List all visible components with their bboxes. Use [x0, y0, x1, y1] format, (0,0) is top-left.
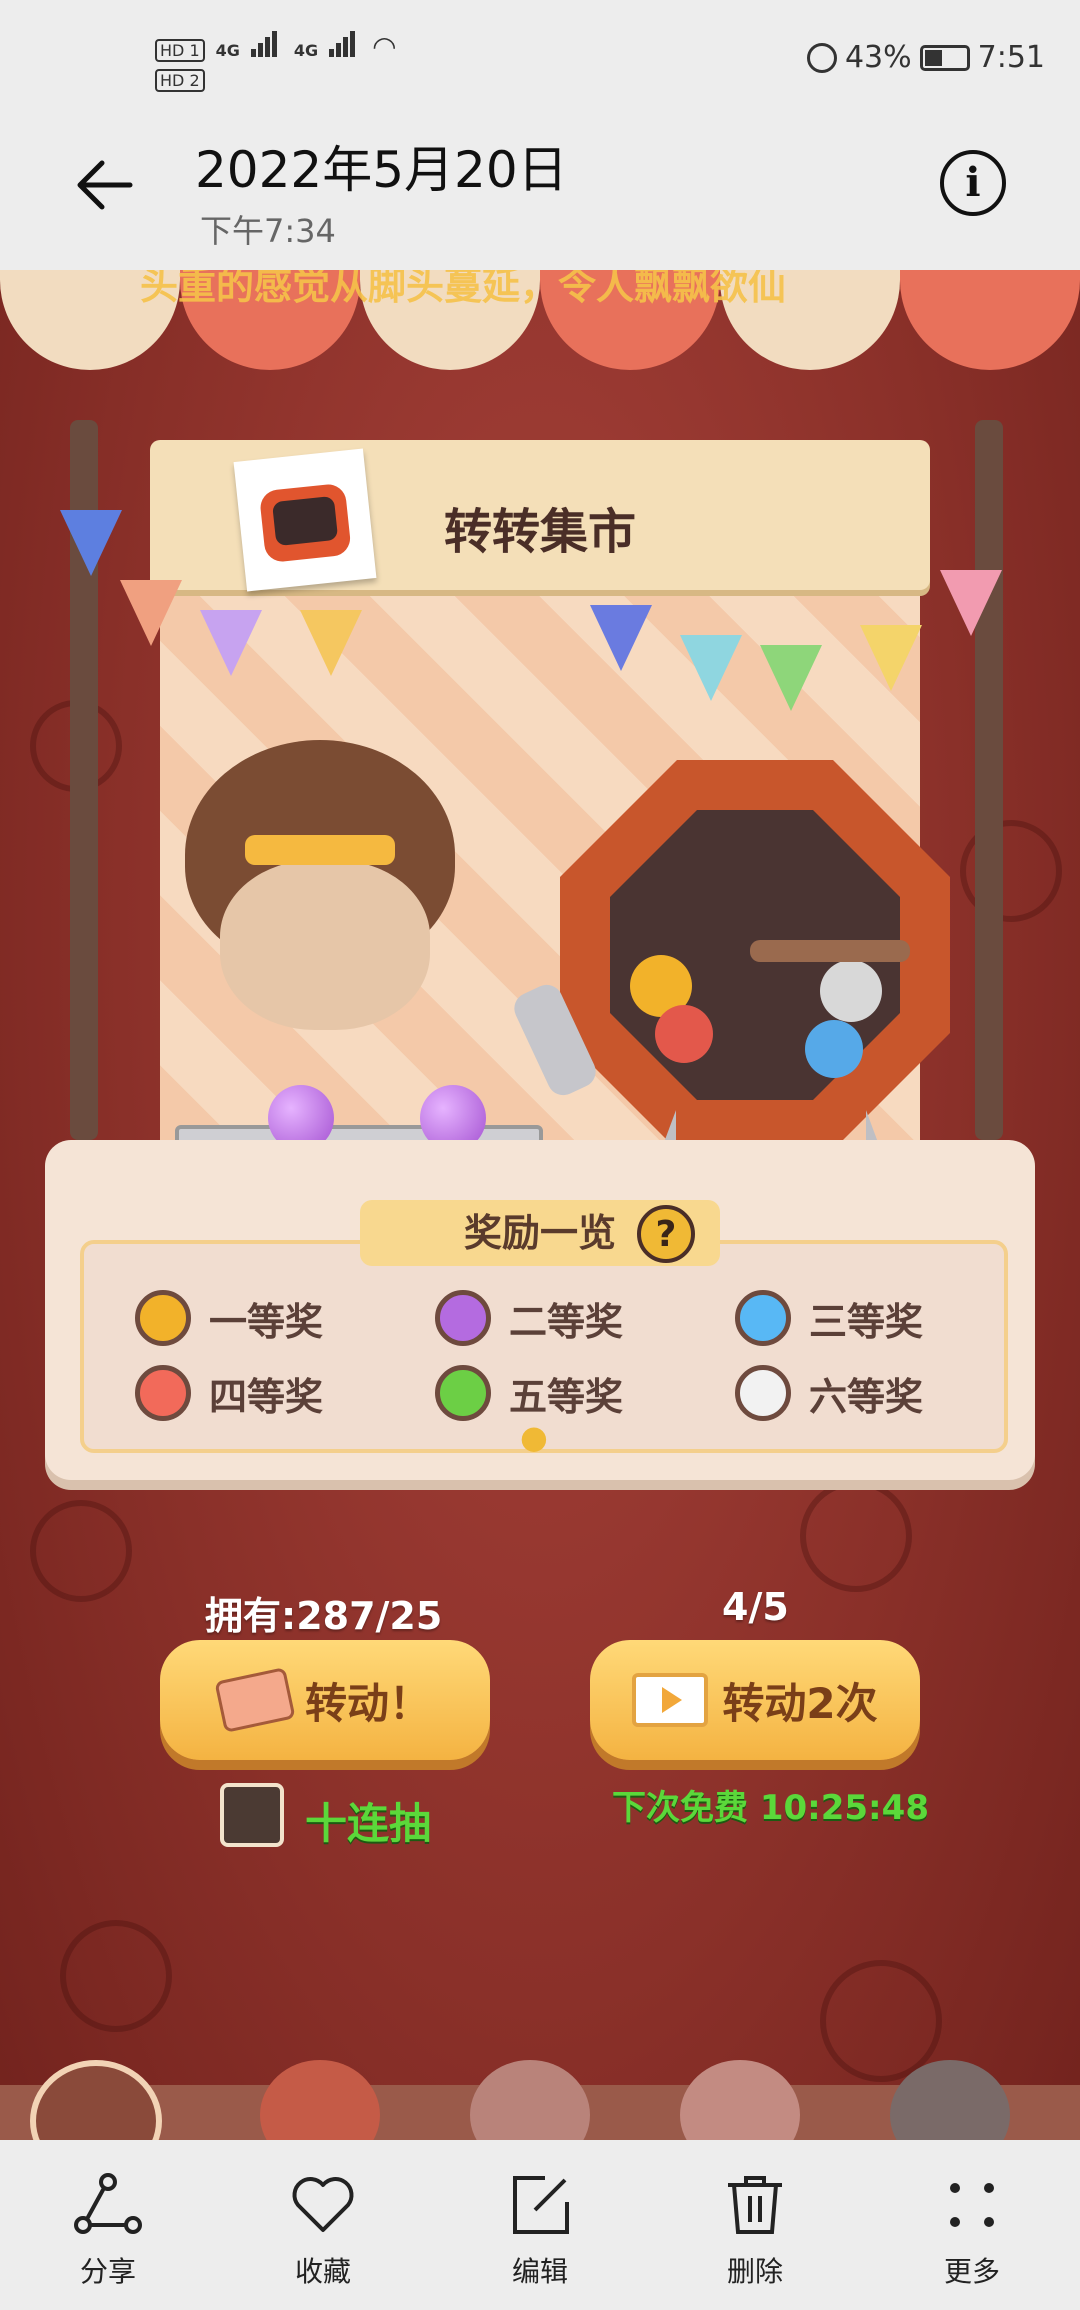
prize-ball-icon — [435, 1290, 491, 1346]
ten-draw-label: 十连抽 — [305, 1799, 432, 1848]
background-doodle — [820, 1960, 942, 2082]
arrow-left-icon[interactable] — [70, 150, 140, 220]
battery-icon — [919, 44, 970, 71]
spin-button-label: 转动！ — [304, 1678, 431, 1728]
sim1-badge: HD 1 — [155, 39, 205, 62]
prize-item: 五等奖 — [435, 1365, 623, 1421]
prize-ball-icon — [135, 1365, 191, 1421]
prize-label: 六等奖 — [809, 1374, 924, 1419]
prize-label: 一等奖 — [209, 1299, 324, 1344]
game-screenshot: 头重的感觉从脚头蔓延，令人飘飘欲仙 转转集市 奖励一览 ? 一等奖 二等奖 三等… — [0, 0, 1080, 2310]
battery-percent: 43% — [844, 40, 912, 75]
owned-count: 拥有:287/25 — [205, 1594, 443, 1638]
favorite-label: 收藏 — [294, 2255, 351, 2288]
status-bar: HD 1 4G 4G ◠ HD 2 43% 7:51 — [0, 0, 1080, 128]
network2-label: 4G — [293, 41, 319, 60]
prize-ball-icon — [435, 1365, 491, 1421]
ticket-icon — [214, 1667, 296, 1733]
spin-button[interactable]: 转动！ — [160, 1640, 490, 1760]
status-right: 43% 7:51 — [806, 40, 1045, 75]
spin-remaining-count: 4/5 — [722, 1585, 789, 1629]
more-button[interactable]: 更多 — [907, 2170, 1037, 2290]
signal-icon — [250, 31, 279, 63]
heart-icon — [292, 2177, 354, 2232]
prize-ball-icon — [735, 1290, 791, 1346]
free-spin-timer: 下次免费 10:25:48 — [612, 1788, 929, 1828]
prize-item: 六等奖 — [735, 1365, 923, 1421]
prize-ball-icon — [135, 1290, 191, 1346]
photo-time: 下午7:34 — [200, 212, 336, 250]
prize-label: 四等奖 — [209, 1374, 324, 1419]
favorite-button[interactable]: 收藏 — [258, 2170, 388, 2290]
help-question-icon[interactable]: ? — [637, 1205, 695, 1263]
character-headband — [245, 835, 395, 865]
prize-label: 五等奖 — [509, 1374, 624, 1419]
background-doodle — [60, 1920, 172, 2032]
ten-draw-checkbox[interactable] — [220, 1783, 284, 1847]
prize-item: 四等奖 — [135, 1365, 323, 1421]
video-ad-icon — [632, 1673, 709, 1727]
prize-item: 三等奖 — [735, 1290, 923, 1346]
share-label: 分享 — [79, 2255, 136, 2288]
share-icon — [74, 2173, 142, 2234]
prize-item: 一等奖 — [135, 1290, 323, 1346]
prize-item: 二等奖 — [435, 1290, 623, 1346]
more-icon — [950, 2183, 994, 2227]
reward-title: 奖励一览 — [463, 1211, 616, 1255]
prize-label: 三等奖 — [809, 1299, 924, 1344]
spin-twice-button[interactable]: 转动2次 — [590, 1640, 920, 1760]
background-doodle — [800, 1480, 912, 1592]
status-left: HD 1 4G 4G ◠ HD 2 — [155, 30, 397, 92]
prize-label: 二等奖 — [509, 1299, 624, 1344]
edit-label: 编辑 — [511, 2255, 568, 2288]
delete-button[interactable]: 删除 — [690, 2170, 820, 2290]
prize-ball-icon — [735, 1365, 791, 1421]
booth-pole-right — [975, 420, 1003, 1140]
info-icon[interactable]: i — [940, 150, 1006, 216]
paw-icon: ● — [520, 1418, 548, 1456]
tv-icon-card — [233, 448, 377, 592]
alarm-icon — [806, 42, 837, 73]
more-label: 更多 — [943, 2255, 1000, 2288]
edit-button[interactable]: 编辑 — [475, 2170, 605, 2290]
delete-label: 删除 — [726, 2255, 783, 2288]
drum-crank-handle[interactable] — [750, 940, 910, 962]
spin-twice-label: 转动2次 — [722, 1678, 878, 1728]
edit-icon — [513, 2176, 569, 2234]
tv-icon — [258, 482, 352, 564]
signal-icon — [329, 31, 357, 63]
sim2-badge: HD 2 — [155, 69, 205, 92]
share-button[interactable]: 分享 — [43, 2170, 173, 2290]
network1-label: 4G — [215, 41, 240, 60]
photo-date: 2022年5月20日 — [195, 141, 568, 199]
clock: 7:51 — [977, 40, 1045, 75]
trash-icon — [728, 2176, 782, 2234]
wifi-icon: ◠ — [372, 30, 397, 63]
background-doodle — [30, 1500, 132, 1602]
character-face — [220, 860, 430, 1030]
